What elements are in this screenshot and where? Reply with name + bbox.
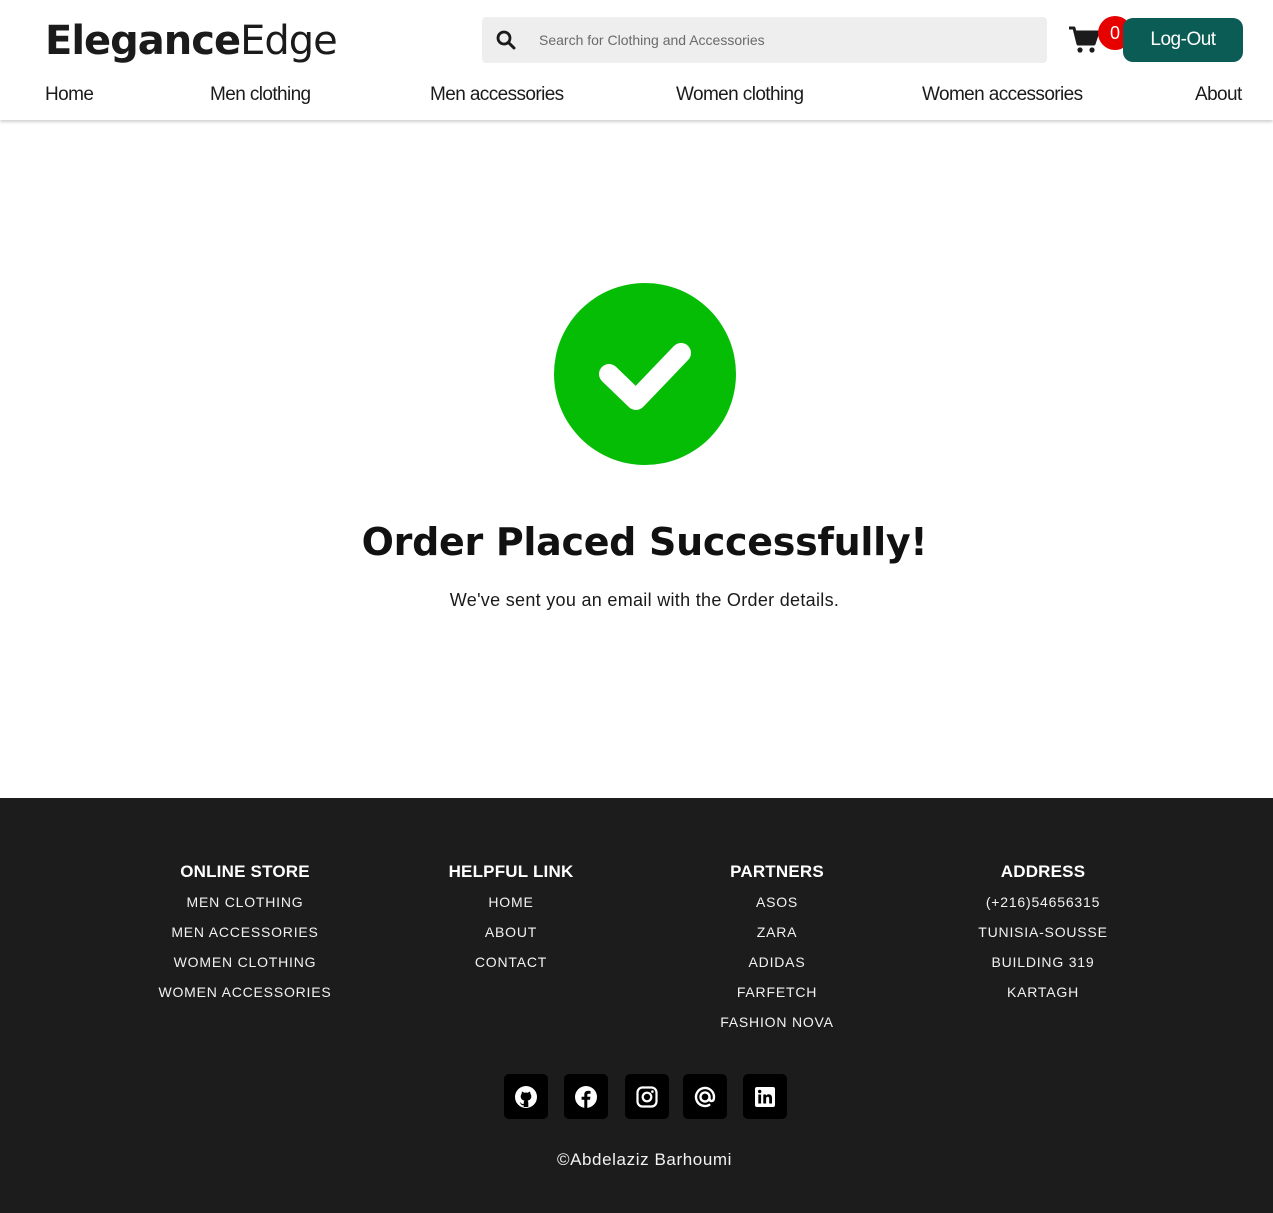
footer-link-about[interactable]: ABOUT	[386, 923, 636, 953]
footer-address-city: TUNISIA-SOUSSE	[978, 924, 1108, 940]
search-input[interactable]	[539, 32, 1019, 48]
footer-partner-adidas[interactable]: ADIDAS	[652, 953, 902, 983]
footer-partner-asos[interactable]: ASOS	[652, 893, 902, 923]
footer-link-men-accessories[interactable]: MEN ACCESSORIES	[120, 923, 370, 953]
site-header: EleganceEdge 0 Log-Out Home Men clothing…	[0, 0, 1273, 120]
nav-item-about[interactable]: About	[1195, 84, 1242, 106]
nav-item-men-clothing[interactable]: Men clothing	[210, 84, 311, 106]
footer-address-phone: (+216)54656315	[985, 894, 1101, 910]
site-footer: ONLINE STORE MEN CLOTHING MEN ACCESSORIE…	[0, 798, 1273, 1213]
search-bar	[482, 17, 1047, 63]
success-check-icon	[554, 283, 736, 465]
search-icon[interactable]	[482, 17, 530, 63]
facebook-link[interactable]	[564, 1074, 608, 1119]
order-success-section: Order Placed Successfully! We've sent yo…	[0, 120, 1273, 798]
cart-button[interactable]	[1068, 25, 1102, 59]
footer-heading-helpful-link: HELPFUL LINK	[448, 862, 574, 881]
nav-item-women-clothing[interactable]: Women clothing	[676, 84, 804, 106]
logo-bold-text: Elegance	[45, 18, 241, 64]
page-title: Order Placed Successfully!	[361, 520, 928, 564]
github-link[interactable]	[504, 1074, 548, 1119]
footer-helpful-link: HELPFUL LINK HOME ABOUT CONTACT	[386, 862, 636, 983]
footer-link-women-clothing[interactable]: WOMEN CLOTHING	[120, 953, 370, 983]
footer-link-home[interactable]: HOME	[386, 893, 636, 923]
footer-partner-zara[interactable]: ZARA	[652, 923, 902, 953]
logo-light-text: Edge	[240, 18, 338, 64]
copyright-text: ©Abdelaziz Barhoumi	[556, 1150, 733, 1169]
main-nav: Home Men clothing Men accessories Women …	[45, 84, 1245, 110]
footer-heading-online-store: ONLINE STORE	[180, 862, 310, 881]
footer-address: ADDRESS (+216)54656315 TUNISIA-SOUSSE BU…	[918, 862, 1168, 1013]
email-at-icon	[694, 1086, 716, 1107]
nav-item-men-accessories[interactable]: Men accessories	[430, 84, 564, 106]
email-link[interactable]	[683, 1074, 727, 1119]
footer-partner-farfetch[interactable]: FARFETCH	[652, 983, 902, 1013]
footer-heading-partners: PARTNERS	[730, 862, 824, 881]
footer-partner-fashion-nova[interactable]: FASHION NOVA	[652, 1013, 902, 1043]
instagram-link[interactable]	[625, 1074, 669, 1119]
logout-button[interactable]: Log-Out	[1123, 18, 1243, 62]
site-logo[interactable]: EleganceEdge	[45, 18, 338, 64]
linkedin-link[interactable]	[743, 1074, 787, 1119]
footer-link-men-clothing[interactable]: MEN CLOTHING	[120, 893, 370, 923]
confirmation-message: We've sent you an email with the Order d…	[449, 590, 840, 610]
linkedin-icon	[755, 1086, 775, 1107]
footer-address-area: KARTAGH	[1007, 984, 1079, 1000]
footer-partners: PARTNERS ASOS ZARA ADIDAS FARFETCH FASHI…	[652, 862, 902, 1043]
footer-address-building: BUILDING 319	[991, 954, 1095, 970]
footer-link-contact[interactable]: CONTACT	[386, 953, 636, 983]
instagram-icon	[636, 1085, 658, 1108]
footer-link-women-accessories[interactable]: WOMEN ACCESSORIES	[120, 983, 370, 1013]
nav-item-home[interactable]: Home	[45, 84, 94, 106]
nav-item-women-accessories[interactable]: Women accessories	[922, 84, 1083, 106]
cart-icon	[1069, 26, 1100, 53]
footer-online-store: ONLINE STORE MEN CLOTHING MEN ACCESSORIE…	[120, 862, 370, 1013]
github-icon	[515, 1085, 537, 1108]
facebook-icon	[575, 1085, 597, 1108]
footer-heading-address: ADDRESS	[1000, 862, 1086, 881]
